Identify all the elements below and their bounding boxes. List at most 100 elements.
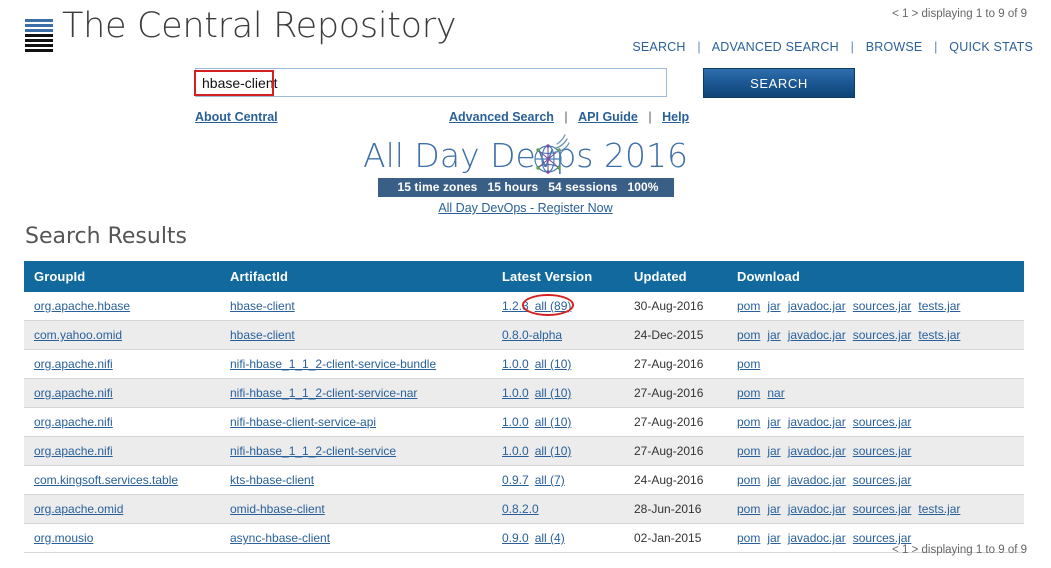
advanced-search-link[interactable]: Advanced Search: [449, 110, 554, 124]
all-versions-link[interactable]: all (10): [535, 415, 572, 429]
download-link-jar[interactable]: jar: [767, 502, 780, 516]
all-versions-link[interactable]: all (7): [535, 473, 565, 487]
version-link[interactable]: 1.0.0: [502, 386, 529, 400]
banner-register-link[interactable]: All Day DevOps - Register Now: [438, 201, 612, 215]
cell-artifactid: nifi-hbase-client-service-api: [220, 407, 492, 437]
cell-artifactid: nifi-hbase_1_1_2-client-service: [220, 436, 492, 466]
search-input-wrapper[interactable]: [195, 68, 667, 97]
nav-link-advanced-search[interactable]: ADVANCED SEARCH: [712, 40, 839, 54]
download-link-pom[interactable]: pom: [737, 386, 760, 400]
column-header-artifactid[interactable]: ArtifactId: [220, 261, 492, 292]
groupid-link[interactable]: org.apache.nifi: [34, 386, 113, 400]
download-link-jar[interactable]: jar: [767, 531, 780, 545]
all-versions-link[interactable]: all (4): [535, 531, 565, 545]
api-guide-link[interactable]: API Guide: [578, 110, 638, 124]
download-link-pom[interactable]: pom: [737, 531, 760, 545]
nav-link-browse[interactable]: BROWSE: [866, 40, 923, 54]
artifactid-link[interactable]: nifi-hbase_1_1_2-client-service-bundle: [230, 357, 436, 371]
groupid-link[interactable]: org.apache.hbase: [34, 299, 130, 313]
download-link-jar[interactable]: jar: [767, 444, 780, 458]
groupid-link[interactable]: com.yahoo.omid: [34, 328, 122, 342]
column-header-updated[interactable]: Updated: [624, 261, 727, 292]
download-link-tests-jar[interactable]: tests.jar: [918, 328, 960, 342]
download-link-javadoc-jar[interactable]: javadoc.jar: [788, 502, 846, 516]
download-link-pom[interactable]: pom: [737, 299, 760, 313]
download-link-jar[interactable]: jar: [767, 299, 780, 313]
download-link-javadoc-jar[interactable]: javadoc.jar: [788, 415, 846, 429]
all-versions-link[interactable]: all (10): [535, 357, 572, 371]
download-link-tests-jar[interactable]: tests.jar: [918, 502, 960, 516]
all-versions-link[interactable]: all (89): [535, 299, 572, 313]
download-link-pom[interactable]: pom: [737, 415, 760, 429]
download-link-tests-jar[interactable]: tests.jar: [918, 299, 960, 313]
download-link-sources-jar[interactable]: sources.jar: [853, 473, 912, 487]
download-link-javadoc-jar[interactable]: javadoc.jar: [788, 473, 846, 487]
table-row: org.apache.nifi nifi-hbase-client-service…: [24, 407, 1024, 437]
cell-download: pom jar javadoc.jar sources.jar tests.jar: [727, 494, 1024, 524]
column-header-groupid[interactable]: GroupId: [24, 261, 220, 292]
groupid-link[interactable]: com.kingsoft.services.table: [34, 473, 178, 487]
version-link[interactable]: 1.0.0: [502, 357, 529, 371]
help-link[interactable]: Help: [662, 110, 689, 124]
download-link-sources-jar[interactable]: sources.jar: [853, 415, 912, 429]
groupid-link[interactable]: org.mousio: [34, 531, 93, 545]
download-link-jar[interactable]: jar: [767, 328, 780, 342]
artifactid-link[interactable]: async-hbase-client: [230, 531, 330, 545]
cell-download: pom: [727, 349, 1024, 379]
artifactid-link[interactable]: nifi-hbase-client-service-api: [230, 415, 376, 429]
artifactid-link[interactable]: nifi-hbase_1_1_2-client-service-nar: [230, 386, 417, 400]
version-link[interactable]: 1.0.0: [502, 415, 529, 429]
pagination-bottom[interactable]: < 1 > displaying 1 to 9 of 9: [892, 544, 1027, 556]
search-input[interactable]: [196, 69, 666, 96]
nav-link-search[interactable]: SEARCH: [632, 40, 685, 54]
download-link-javadoc-jar[interactable]: javadoc.jar: [788, 444, 846, 458]
artifactid-link[interactable]: kts-hbase-client: [230, 473, 314, 487]
search-button[interactable]: SEARCH: [703, 68, 855, 98]
column-header-download[interactable]: Download: [727, 261, 1024, 292]
groupid-link[interactable]: org.apache.nifi: [34, 357, 113, 371]
groupid-link[interactable]: org.apache.nifi: [34, 415, 113, 429]
pagination-top[interactable]: < 1 > displaying 1 to 9 of 9: [892, 8, 1027, 20]
page-title: Search Results: [25, 224, 188, 249]
banner-stat-0: 15 time zones: [397, 180, 478, 194]
version-link[interactable]: 0.9.0: [502, 531, 529, 545]
groupid-link[interactable]: org.apache.nifi: [34, 444, 113, 458]
version-link[interactable]: 1.2.3: [502, 299, 529, 313]
download-link-sources-jar[interactable]: sources.jar: [853, 502, 912, 516]
artifactid-link[interactable]: hbase-client: [230, 299, 295, 313]
download-link-sources-jar[interactable]: sources.jar: [853, 328, 912, 342]
version-link[interactable]: 0.8.2.0: [502, 502, 539, 516]
all-versions-link[interactable]: all (10): [535, 386, 572, 400]
download-link-nar[interactable]: nar: [767, 386, 784, 400]
download-link-pom[interactable]: pom: [737, 357, 760, 371]
download-link-pom[interactable]: pom: [737, 444, 760, 458]
download-link-javadoc-jar[interactable]: javadoc.jar: [788, 531, 846, 545]
promo-banner[interactable]: All Day Devps 2016 15 time zones 15 hour…: [0, 134, 1051, 215]
download-link-javadoc-jar[interactable]: javadoc.jar: [788, 328, 846, 342]
top-navigation: SEARCH | ADVANCED SEARCH | BROWSE | QUIC…: [632, 40, 1033, 54]
groupid-link[interactable]: org.apache.omid: [34, 502, 123, 516]
cell-groupid: com.kingsoft.services.table: [24, 465, 220, 495]
cell-updated: 24-Dec-2015: [624, 320, 727, 350]
nav-link-quick-stats[interactable]: QUICK STATS: [949, 40, 1033, 54]
download-link-pom[interactable]: pom: [737, 328, 760, 342]
download-link-pom[interactable]: pom: [737, 473, 760, 487]
nav-separator: |: [697, 40, 701, 54]
download-link-sources-jar[interactable]: sources.jar: [853, 444, 912, 458]
version-link[interactable]: 0.8.0-alpha: [502, 328, 562, 342]
about-central-link[interactable]: About Central: [195, 110, 278, 124]
download-link-jar[interactable]: jar: [767, 473, 780, 487]
artifactid-link[interactable]: omid-hbase-client: [230, 502, 325, 516]
download-link-jar[interactable]: jar: [767, 415, 780, 429]
version-link[interactable]: 1.0.0: [502, 444, 529, 458]
download-link-pom[interactable]: pom: [737, 502, 760, 516]
all-versions-link[interactable]: all (10): [535, 444, 572, 458]
column-header-latest-version[interactable]: Latest Version: [492, 261, 624, 292]
download-link-sources-jar[interactable]: sources.jar: [853, 531, 912, 545]
version-link[interactable]: 0.9.7: [502, 473, 529, 487]
cell-download: pom nar: [727, 378, 1024, 408]
artifactid-link[interactable]: nifi-hbase_1_1_2-client-service: [230, 444, 396, 458]
download-link-sources-jar[interactable]: sources.jar: [853, 299, 912, 313]
artifactid-link[interactable]: hbase-client: [230, 328, 295, 342]
download-link-javadoc-jar[interactable]: javadoc.jar: [788, 299, 846, 313]
